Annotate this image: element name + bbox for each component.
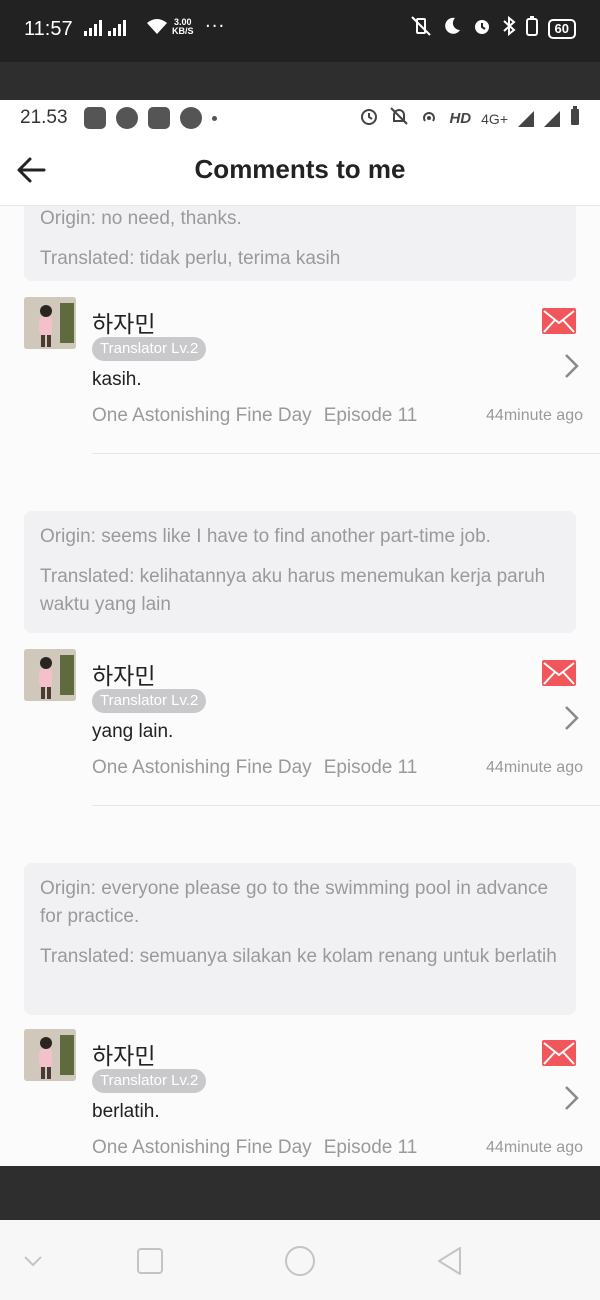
- chevron-right-icon[interactable]: [560, 1085, 582, 1111]
- system-navigation-bar: [0, 1220, 600, 1300]
- comment-time: 44minute ago: [486, 407, 583, 424]
- back-triangle-icon[interactable]: [433, 1244, 467, 1278]
- comment-source[interactable]: One Astonishing Fine Day Episode 11: [92, 757, 417, 779]
- network-speed-unit: KB/S: [172, 26, 194, 36]
- notification-icons: [84, 107, 217, 129]
- translated-text: Translated: semuanya silakan ke kolam re…: [40, 946, 557, 967]
- battery-icon: [570, 106, 580, 131]
- inner-clock: 21.53: [20, 107, 68, 128]
- original-text-quote[interactable]: Origin: seems like I have to find anothe…: [24, 511, 576, 633]
- smkg-app-icon: [180, 107, 202, 129]
- comment-text: berlatih.: [92, 1101, 160, 1122]
- episode-label: Episode 11: [323, 1137, 418, 1158]
- window-frame-band: [0, 62, 600, 100]
- alarm-icon: [359, 106, 379, 131]
- translator-level-badge: Translator Lv.2: [92, 1069, 207, 1093]
- avatar[interactable]: [24, 1029, 76, 1081]
- vibrate-off-icon: [410, 16, 432, 41]
- translated-text: Translated: tidak perlu, terima kasih: [40, 248, 341, 269]
- mail-icon[interactable]: [542, 660, 576, 686]
- comment-item[interactable]: 하자민 Translator Lv.2 berlatih. One Astoni…: [0, 1029, 600, 1166]
- comment-item[interactable]: 하자민 Translator Lv.2 yang lain. One Aston…: [0, 649, 600, 849]
- avatar[interactable]: [24, 297, 76, 349]
- hd-indicator: HD: [449, 110, 472, 127]
- comment-source[interactable]: One Astonishing Fine Day Episode 11: [92, 1137, 417, 1159]
- episode-label: Episode 11: [323, 405, 418, 426]
- signal-icons: [84, 20, 126, 36]
- username: 하자민: [92, 664, 156, 690]
- network-speed: 3.00 KB/S: [172, 18, 194, 36]
- username: 하자민: [92, 312, 156, 338]
- origin-text: Origin: seems like I have to find anothe…: [40, 526, 491, 547]
- wifi-icon: [146, 18, 168, 41]
- comment-item[interactable]: 하자민 Translator Lv.2 kasih. One Astonishi…: [0, 297, 600, 497]
- page-title: Comments to me: [194, 154, 406, 184]
- original-text-quote[interactable]: Origin: no need, thanks. Translated: tid…: [24, 206, 576, 281]
- original-text-quote[interactable]: Origin: everyone please go to the swimmi…: [24, 863, 576, 1015]
- more-dot-icon: [212, 115, 217, 121]
- comment-text: kasih.: [92, 369, 142, 390]
- avatar[interactable]: [24, 649, 76, 701]
- divider: [92, 453, 600, 454]
- battery-level: 60: [547, 18, 576, 39]
- signal-icon: [84, 20, 102, 36]
- chevron-right-icon[interactable]: [560, 705, 582, 731]
- comment-source[interactable]: One Astonishing Fine Day Episode 11: [92, 405, 417, 427]
- signal-icon: [108, 20, 126, 36]
- inner-status-right: HD 4G+: [359, 106, 580, 131]
- bluetooth-icon: [502, 15, 516, 41]
- outer-clock: 11:57: [24, 18, 73, 40]
- network-type: 4G+: [481, 110, 508, 127]
- mail-icon[interactable]: [542, 1040, 576, 1066]
- work-title: One Astonishing Fine Day: [92, 757, 312, 778]
- signal-icon: [518, 110, 534, 127]
- translator-level-badge: Translator Lv.2: [92, 689, 207, 713]
- work-title: One Astonishing Fine Day: [92, 405, 312, 426]
- comment-time: 44minute ago: [486, 759, 583, 776]
- comment-time: 44minute ago: [486, 1139, 583, 1156]
- translator-level-badge: Translator Lv.2: [92, 337, 207, 361]
- more-notifications: ···: [205, 16, 226, 37]
- origin-text: Origin: no need, thanks.: [40, 208, 242, 229]
- window-frame-band: [0, 1166, 600, 1220]
- work-title: One Astonishing Fine Day: [92, 1137, 312, 1158]
- nav-down-icon[interactable]: [16, 1244, 50, 1278]
- inner-status-bar: 21.53 HD 4G+: [0, 100, 600, 136]
- episode-label: Episode 11: [323, 757, 418, 778]
- app-header: Comments to me: [0, 136, 600, 206]
- comment-text: yang lain.: [92, 721, 174, 742]
- signal-icon: [544, 110, 560, 127]
- outer-status-right: 60: [410, 15, 576, 41]
- home-circle-icon[interactable]: [283, 1244, 317, 1278]
- divider: [92, 805, 600, 806]
- recents-square-icon[interactable]: [133, 1244, 167, 1278]
- username: 하자민: [92, 1044, 156, 1070]
- app-notification-icon: [148, 107, 170, 129]
- moon-icon: [442, 16, 462, 41]
- chevron-right-icon[interactable]: [560, 353, 582, 379]
- comments-list[interactable]: Origin: no need, thanks. Translated: tid…: [0, 206, 600, 1166]
- notifications-off-icon: [389, 106, 409, 131]
- origin-text: Origin: everyone please go to the swimmi…: [40, 878, 549, 927]
- alarm-icon: [472, 16, 492, 41]
- translated-text: Translated: kelihatannya aku harus menem…: [40, 566, 546, 615]
- app-notification-icon: [84, 107, 106, 129]
- hotspot-icon: [419, 106, 439, 131]
- mail-icon[interactable]: [542, 308, 576, 334]
- outer-status-bar: 11:57 3.00 KB/S ··· 60: [0, 0, 600, 62]
- battery-icon: [525, 16, 538, 41]
- smkg-app-icon: [116, 107, 138, 129]
